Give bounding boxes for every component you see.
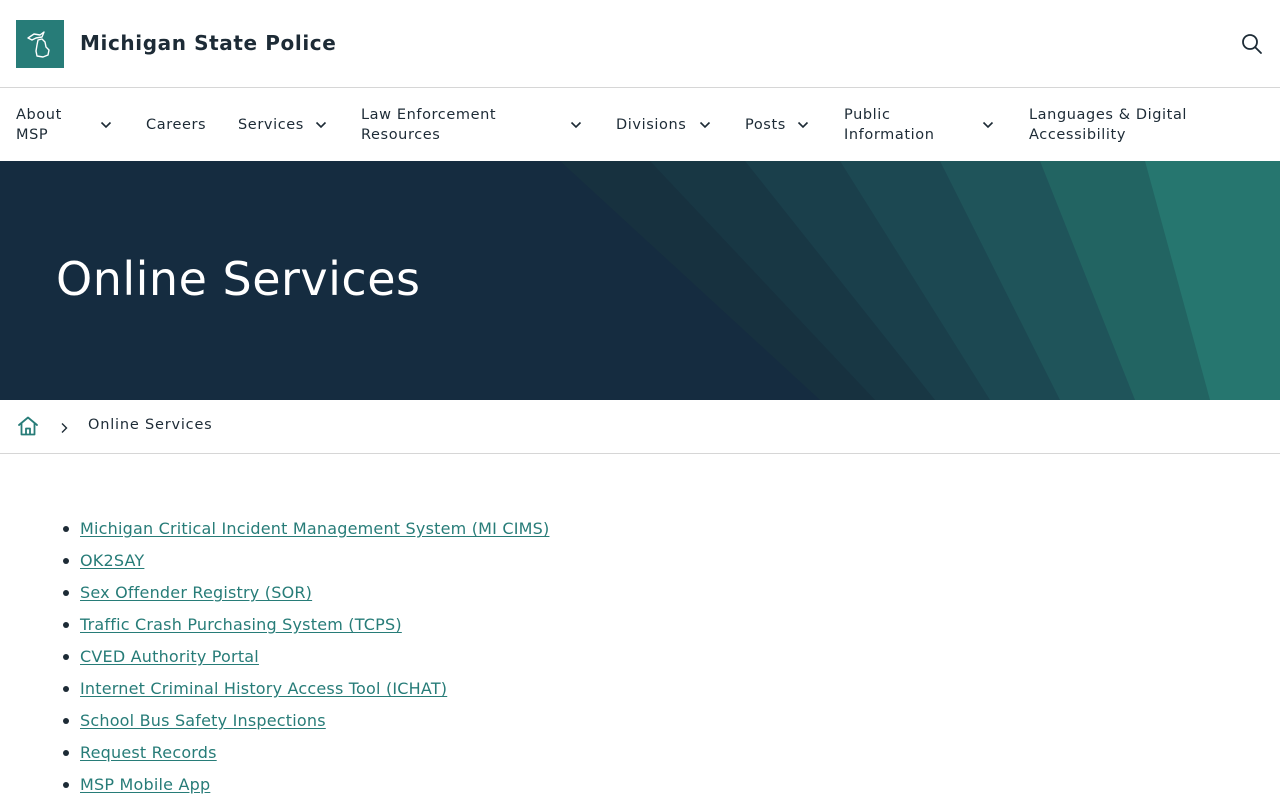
nav-item-label: Public Information	[844, 107, 935, 143]
chevron-down-icon	[796, 118, 810, 132]
nav-item-law-enforcement-resources[interactable]: Law Enforcement Resources	[361, 89, 586, 161]
breadcrumb-current: Online Services	[88, 417, 213, 433]
site-logo[interactable]	[16, 20, 64, 68]
list-item: Traffic Crash Purchasing System (TCPS)	[60, 612, 549, 644]
list-item: Michigan Critical Incident Management Sy…	[60, 516, 549, 548]
michigan-state-icon	[27, 31, 50, 58]
list-item: CVED Authority Portal	[60, 644, 549, 676]
service-link-ichat[interactable]: Internet Criminal History Access Tool (I…	[80, 679, 447, 698]
nav-item-careers[interactable]: Careers	[146, 89, 216, 161]
list-item: Internet Criminal History Access Tool (I…	[60, 676, 549, 708]
main-nav: About MSP Careers Services Law Enforceme…	[0, 89, 1280, 161]
list-item: School Bus Safety Inspections	[60, 708, 549, 740]
list-item: Sex Offender Registry (SOR)	[60, 580, 549, 612]
service-link-cved-authority-portal[interactable]: CVED Authority Portal	[80, 647, 259, 666]
service-link-request-records[interactable]: Request Records	[80, 743, 217, 762]
service-link-mi-cims[interactable]: Michigan Critical Incident Management Sy…	[80, 519, 549, 538]
list-item: MSP Mobile App	[60, 772, 549, 800]
nav-item-label: Careers	[146, 117, 207, 133]
nav-item-divisions[interactable]: Divisions	[616, 89, 716, 161]
nav-item-posts[interactable]: Posts	[745, 89, 815, 161]
nav-item-label: Divisions	[616, 117, 687, 133]
nav-item-label: Languages & Digital Accessibility	[1029, 107, 1188, 143]
online-services-list: Michigan Critical Incident Management Sy…	[60, 516, 549, 800]
nav-item-label: Law Enforcement Resources	[361, 107, 497, 143]
service-link-school-bus-safety[interactable]: School Bus Safety Inspections	[80, 711, 326, 730]
page-title: Online Services	[56, 252, 421, 306]
list-item: OK2SAY	[60, 548, 549, 580]
site-title[interactable]: Michigan State Police	[80, 31, 336, 55]
search-button[interactable]	[1238, 30, 1266, 58]
nav-item-services[interactable]: Services	[238, 89, 330, 161]
home-icon	[18, 416, 38, 436]
chevron-down-icon	[569, 118, 583, 132]
chevron-down-icon	[981, 118, 995, 132]
nav-item-public-information[interactable]: Public Information	[844, 89, 999, 161]
breadcrumb-home-link[interactable]	[16, 414, 40, 438]
service-link-sex-offender-registry[interactable]: Sex Offender Registry (SOR)	[80, 583, 312, 602]
chevron-down-icon	[698, 118, 712, 132]
nav-item-languages-digital-accessibility[interactable]: Languages & Digital Accessibility	[1029, 89, 1264, 161]
nav-item-about-msp[interactable]: About MSP	[16, 89, 116, 161]
nav-item-label: About MSP	[16, 107, 62, 143]
service-link-ok2say[interactable]: OK2SAY	[80, 551, 144, 570]
hero-banner: Online Services	[0, 161, 1280, 400]
nav-item-label: Services	[238, 117, 304, 133]
service-link-tcps[interactable]: Traffic Crash Purchasing System (TCPS)	[80, 615, 402, 634]
search-icon	[1242, 34, 1262, 54]
chevron-down-icon	[99, 118, 113, 132]
site-header: Michigan State Police	[0, 0, 1280, 88]
nav-item-label: Posts	[745, 117, 786, 133]
breadcrumb: Online Services	[0, 400, 1280, 454]
chevron-down-icon	[314, 118, 328, 132]
list-item: Request Records	[60, 740, 549, 772]
service-link-msp-mobile-app[interactable]: MSP Mobile App	[80, 775, 210, 794]
chevron-right-icon	[58, 420, 70, 434]
